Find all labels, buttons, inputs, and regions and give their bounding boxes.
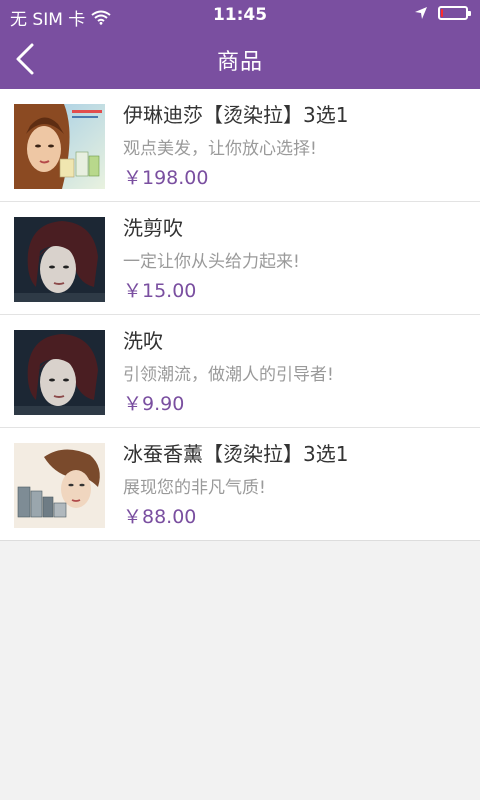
battery-icon [438,6,471,20]
product-image [14,443,105,528]
product-description: 观点美发，让你放心选择! [123,139,317,159]
clock: 11:45 [212,5,268,25]
product-price: ￥198.00 [123,167,209,189]
product-image [14,330,105,415]
page-title: 商品 [216,50,263,75]
product-item[interactable]: 伊琳迪莎【烫染拉】3选1 观点美发，让你放心选择! ￥198.00 [0,89,480,202]
product-item[interactable]: 冰蚕香薰【烫染拉】3选1 展现您的非凡气质! ￥88.00 [0,428,480,540]
product-description: 展现您的非凡气质! [123,478,266,498]
product-list: 伊琳迪莎【烫染拉】3选1 观点美发，让你放心选择! ￥198.00 洗剪吹 一定… [0,89,480,541]
product-name: 洗剪吹 [123,216,183,240]
product-image [14,217,105,302]
product-price: ￥88.00 [123,506,197,528]
location-arrow-icon [415,7,427,19]
product-name: 洗吹 [123,329,163,353]
product-item[interactable]: 洗剪吹 一定让你从头给力起来! ￥15.00 [0,202,480,315]
product-name: 冰蚕香薰【烫染拉】3选1 [123,442,349,466]
product-name: 伊琳迪莎【烫染拉】3选1 [123,103,349,127]
product-price: ￥9.90 [123,393,185,415]
product-item[interactable]: 洗吹 引领潮流，做潮人的引导者! ￥9.90 [0,315,480,428]
nav-bar: 商品 [0,30,480,89]
product-description: 一定让你从头给力起来! [123,252,300,272]
status-bar: 无 SIM 卡 11:45 [0,0,480,30]
product-image [14,104,105,189]
battery-level [441,9,443,17]
product-description: 引领潮流，做潮人的引导者! [123,365,334,385]
product-price: ￥15.00 [123,280,197,302]
